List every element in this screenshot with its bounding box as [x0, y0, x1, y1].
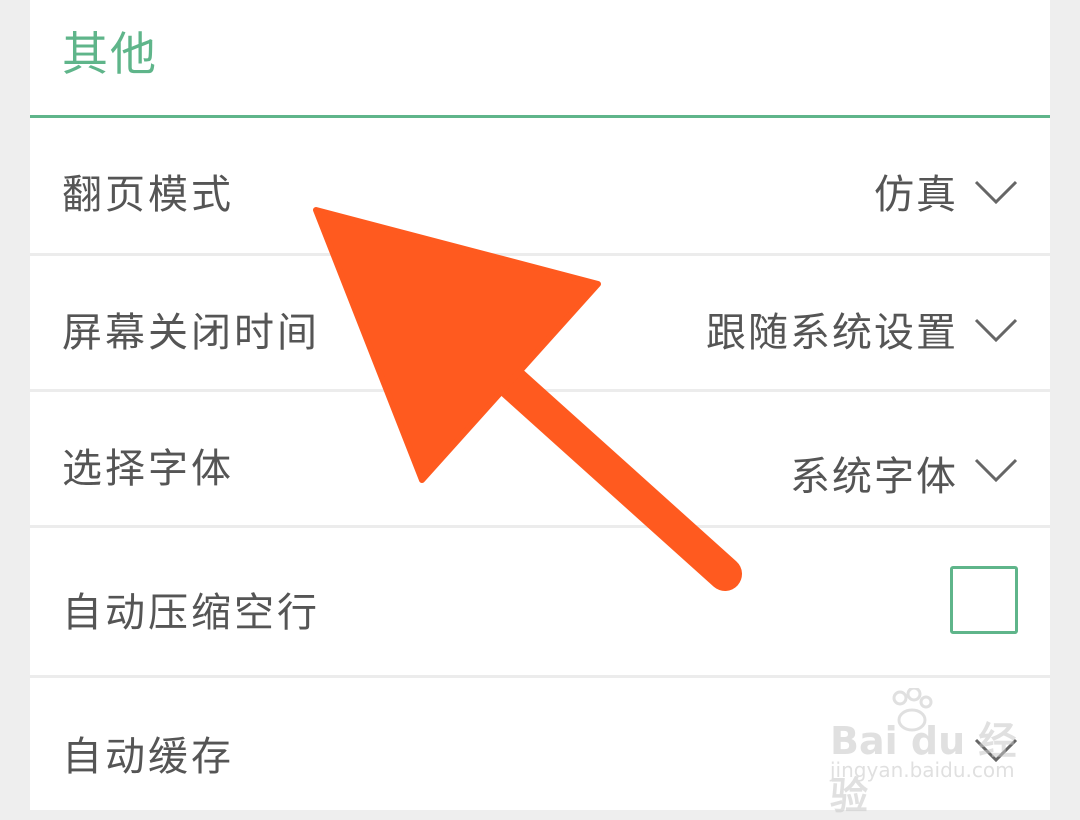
- setting-row-auto-cache[interactable]: 自动缓存: [30, 678, 1050, 810]
- setting-row-compress-blank-lines[interactable]: 自动压缩空行: [30, 528, 1050, 678]
- chevron-down-icon[interactable]: [974, 318, 1018, 342]
- settings-panel: 其他 翻页模式 仿真 屏幕关闭时间 跟随系统设置 选择字体 系统字体 自动压缩空…: [30, 0, 1050, 810]
- setting-row-font[interactable]: 选择字体 系统字体: [30, 392, 1050, 528]
- chevron-down-icon[interactable]: [974, 180, 1018, 204]
- setting-value[interactable]: 跟随系统设置: [706, 300, 958, 358]
- chevron-down-icon[interactable]: [974, 738, 1018, 762]
- compress-blank-lines-checkbox[interactable]: [950, 566, 1018, 634]
- setting-label: 屏幕关闭时间: [62, 310, 320, 356]
- setting-label: 自动缓存: [62, 734, 234, 780]
- section-header: 其他: [30, 0, 1050, 118]
- section-title: 其他: [62, 27, 158, 81]
- setting-row-page-turn-mode[interactable]: 翻页模式 仿真: [30, 118, 1050, 256]
- setting-value[interactable]: 系统字体: [790, 444, 958, 502]
- setting-value[interactable]: 仿真: [874, 162, 958, 220]
- setting-label: 自动压缩空行: [62, 590, 320, 636]
- chevron-down-icon[interactable]: [974, 458, 1018, 482]
- setting-label: 选择字体: [62, 446, 234, 492]
- setting-row-screen-off-time[interactable]: 屏幕关闭时间 跟随系统设置: [30, 256, 1050, 392]
- setting-label: 翻页模式: [62, 172, 234, 218]
